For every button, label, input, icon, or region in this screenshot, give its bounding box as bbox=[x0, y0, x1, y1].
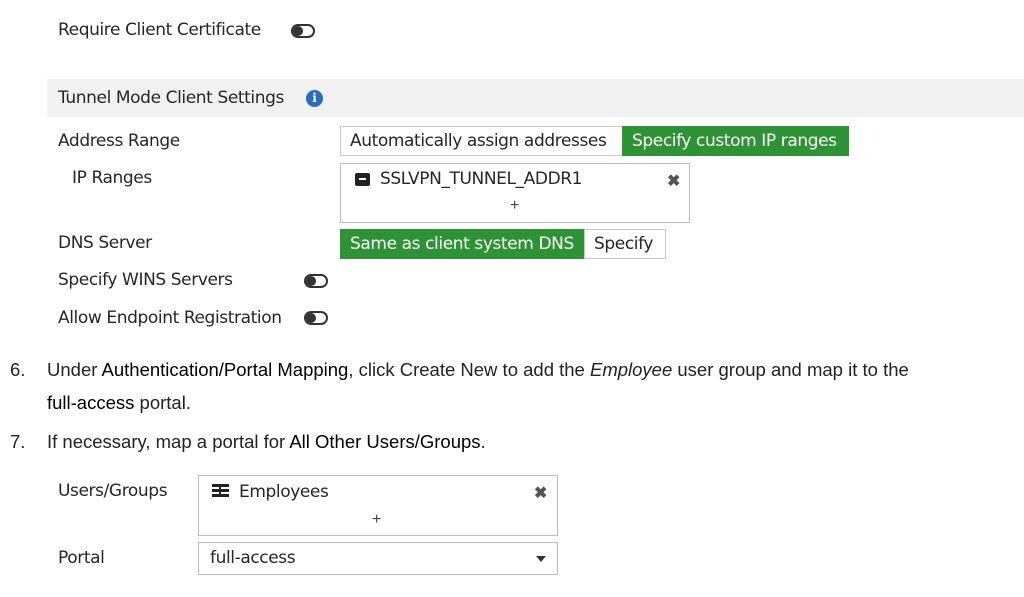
step-6-text: Under Authentication/Portal Mapping, cli… bbox=[47, 359, 909, 380]
same-as-client-dns-option[interactable]: Same as client system DNS bbox=[340, 229, 585, 259]
endpoint-registration-label: Allow Endpoint Registration bbox=[58, 308, 282, 328]
info-icon[interactable]: i bbox=[306, 90, 323, 107]
all-other-users-groups-term: All Other Users/Groups bbox=[289, 431, 481, 452]
dns-server-label: DNS Server bbox=[58, 233, 152, 253]
custom-ip-ranges-option[interactable]: Specify custom IP ranges bbox=[622, 126, 849, 156]
step-6-number: 6. bbox=[10, 359, 26, 380]
step-7-number: 7. bbox=[10, 431, 26, 452]
users-groups-box[interactable]: Employees ✖ + bbox=[198, 475, 558, 536]
portal-label: Portal bbox=[58, 548, 105, 568]
ip-ranges-label: IP Ranges bbox=[72, 168, 152, 188]
require-client-cert-toggle[interactable] bbox=[291, 24, 315, 38]
ip-ranges-box[interactable]: SSLVPN_TUNNEL_ADDR1 ✖ + bbox=[340, 163, 690, 223]
add-ip-range-button[interactable]: + bbox=[510, 197, 519, 215]
auto-assign-addresses-option[interactable]: Automatically assign addresses bbox=[340, 126, 623, 156]
add-user-group-button[interactable]: + bbox=[372, 511, 381, 529]
step-7-text: If necessary, map a portal for All Other… bbox=[47, 431, 486, 452]
portal-select[interactable]: full-access bbox=[198, 542, 558, 575]
address-range-label: Address Range bbox=[58, 131, 180, 151]
tunnel-mode-section-title: Tunnel Mode Client Settings bbox=[58, 88, 284, 108]
employee-term: Employee bbox=[589, 359, 673, 380]
user-group-icon bbox=[212, 484, 229, 499]
users-groups-item: Employees bbox=[239, 482, 329, 502]
remove-icon[interactable]: ✖ bbox=[667, 171, 680, 191]
authentication-portal-mapping-term: Authentication/Portal Mapping bbox=[101, 359, 349, 380]
require-client-cert-label: Require Client Certificate bbox=[58, 20, 261, 40]
specify-dns-option[interactable]: Specify bbox=[584, 229, 666, 259]
portal-value: full-access bbox=[210, 548, 296, 568]
full-access-term: full-access bbox=[47, 392, 135, 413]
wins-servers-label: Specify WINS Servers bbox=[58, 270, 233, 290]
remove-icon[interactable]: ✖ bbox=[534, 483, 547, 503]
ip-range-item: SSLVPN_TUNNEL_ADDR1 bbox=[380, 169, 583, 189]
endpoint-registration-toggle[interactable] bbox=[304, 311, 328, 325]
step-6-text-line2: full-access portal. bbox=[47, 392, 191, 413]
chevron-down-icon[interactable] bbox=[536, 556, 546, 562]
wins-servers-toggle[interactable] bbox=[304, 274, 328, 288]
users-groups-label: Users/Groups bbox=[58, 481, 168, 501]
address-object-icon bbox=[355, 173, 370, 186]
